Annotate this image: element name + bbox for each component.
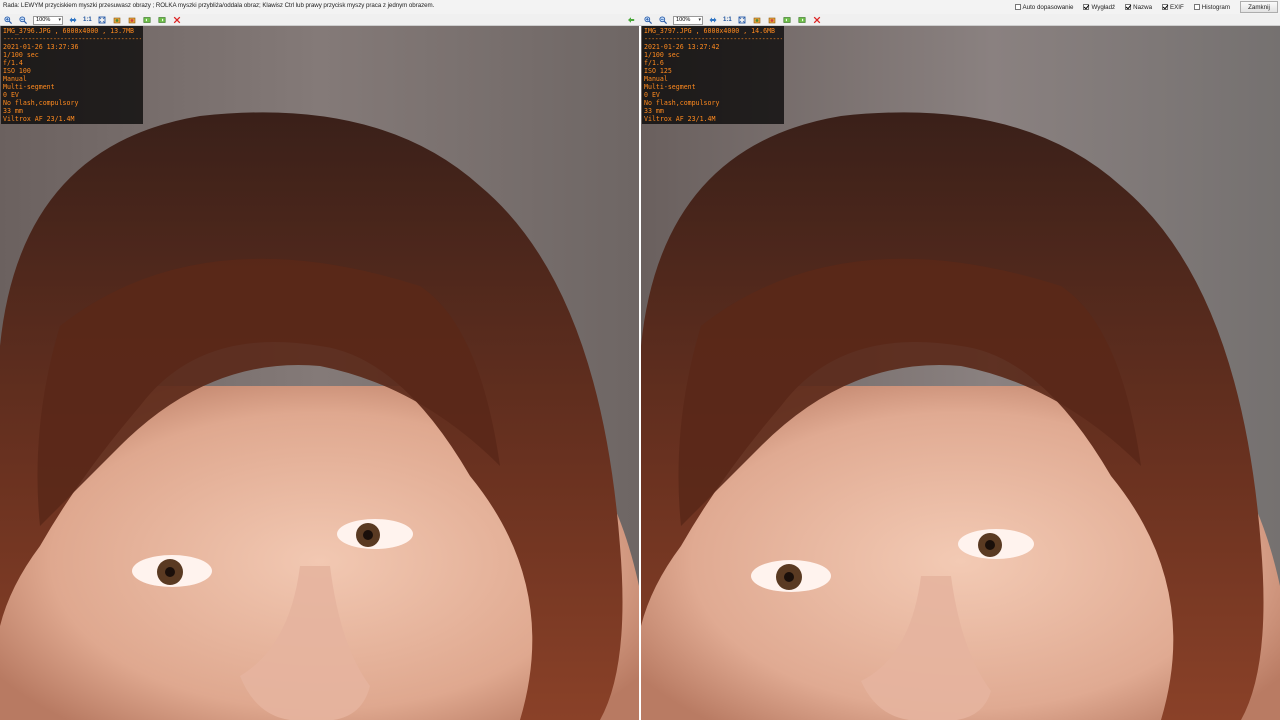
actual-size-button[interactable]: 1:1 — [83, 15, 92, 25]
option-label: Histogram — [1201, 3, 1230, 11]
fullscreen-icon[interactable] — [737, 15, 747, 25]
prev-image-icon[interactable] — [782, 15, 792, 25]
exif-separator: ----------------------------------------… — [3, 35, 141, 43]
option-name[interactable]: Nazwa — [1125, 4, 1152, 11]
close-icon[interactable] — [812, 15, 822, 25]
left-toolbar: 100% ▾ 1:1 — [0, 14, 640, 26]
right-image-pane[interactable]: IMG_3797.JPG , 6000x4000 , 14.6MB ------… — [641, 26, 1280, 720]
fit-icon[interactable] — [708, 15, 718, 25]
rotate-right-icon[interactable] — [767, 15, 777, 25]
portrait-photo-left — [0, 26, 639, 720]
prev-image-icon[interactable] — [142, 15, 152, 25]
zoom-out-icon[interactable] — [658, 15, 668, 25]
exif-separator: ----------------------------------------… — [644, 35, 782, 43]
zoom-out-icon[interactable] — [18, 15, 28, 25]
fullscreen-icon[interactable] — [97, 15, 107, 25]
actual-size-button[interactable]: 1:1 — [723, 15, 732, 25]
zoom-in-icon[interactable] — [643, 15, 653, 25]
exif-flash: No flash,compulsory — [644, 99, 720, 107]
portrait-photo-right — [641, 26, 1280, 720]
checkbox[interactable] — [1125, 4, 1132, 10]
exif-lens: Viltrox AF 23/1.4M — [644, 115, 716, 123]
hint-bar: Rada: LEWYM przyciskiem myszki przesuwas… — [0, 0, 1280, 15]
exif-iso: ISO 125 — [644, 67, 672, 75]
option-smooth[interactable]: Wygładź — [1083, 4, 1115, 11]
option-exif[interactable]: EXIF — [1162, 4, 1184, 11]
sync-left-arrow-icon[interactable] — [627, 15, 637, 25]
exif-flash: No flash,compulsory — [3, 99, 79, 107]
rotate-left-icon[interactable] — [112, 15, 122, 25]
chevron-down-icon: ▾ — [698, 17, 701, 23]
zoom-value: 100% — [36, 17, 51, 23]
file-info: IMG_3796.JPG , 6000x4000 , 13.7MB — [3, 27, 135, 35]
zoom-select[interactable]: 100% ▾ — [33, 15, 63, 25]
checkbox[interactable] — [1193, 4, 1200, 10]
exif-metering: Multi-segment — [644, 83, 696, 91]
checkbox[interactable] — [1162, 4, 1169, 10]
exif-ev: 0 EV — [644, 91, 660, 99]
option-auto-fit[interactable]: Auto dopasowanie — [1014, 3, 1074, 11]
rotate-right-icon[interactable] — [127, 15, 137, 25]
exif-focal: 33 mm — [644, 107, 664, 115]
exif-shutter: 1/100 sec — [644, 51, 680, 59]
fit-icon[interactable] — [68, 15, 78, 25]
left-image-pane[interactable]: IMG_3796.JPG , 6000x4000 , 13.7MB ------… — [0, 26, 639, 720]
exif-mode: Manual — [3, 75, 27, 83]
exif-date: 2021-01-26 13:27:36 — [3, 43, 79, 51]
file-info: IMG_3797.JPG , 6000x4000 , 14.6MB — [644, 27, 776, 35]
checkbox[interactable] — [1014, 4, 1021, 10]
exif-lens: Viltrox AF 23/1.4M — [3, 115, 75, 123]
option-label: Nazwa — [1133, 3, 1153, 11]
rotate-left-icon[interactable] — [752, 15, 762, 25]
option-label: Auto dopasowanie — [1022, 3, 1074, 11]
exif-shutter: 1/100 sec — [3, 51, 39, 59]
right-toolbar: 100% ▾ 1:1 — [640, 14, 1280, 26]
next-image-icon[interactable] — [157, 15, 167, 25]
zoom-in-icon[interactable] — [3, 15, 13, 25]
exif-aperture: f/1.6 — [644, 59, 664, 67]
hint-text: Rada: LEWYM przyciskiem myszki przesuwas… — [3, 2, 435, 9]
option-label: EXIF — [1170, 3, 1184, 11]
exif-overlay: IMG_3796.JPG , 6000x4000 , 13.7MB ------… — [1, 26, 143, 124]
exif-mode: Manual — [644, 75, 668, 83]
close-button[interactable]: Zamknij — [1240, 1, 1278, 13]
exif-date: 2021-01-26 13:27:42 — [644, 43, 720, 51]
zoom-value: 100% — [676, 17, 691, 23]
exif-aperture: f/1.4 — [3, 59, 23, 67]
next-image-icon[interactable] — [797, 15, 807, 25]
chevron-down-icon: ▾ — [58, 17, 61, 23]
exif-focal: 33 mm — [3, 107, 23, 115]
option-label: Wygładź — [1091, 3, 1116, 11]
view-options: Auto dopasowanie Wygładź Nazwa EXIF Hist… — [1014, 0, 1280, 14]
zoom-select[interactable]: 100% ▾ — [673, 15, 703, 25]
exif-iso: ISO 100 — [3, 67, 31, 75]
option-histogram[interactable]: Histogram — [1193, 3, 1230, 11]
checkbox[interactable] — [1083, 4, 1090, 10]
exif-ev: 0 EV — [3, 91, 19, 99]
exif-metering: Multi-segment — [3, 83, 55, 91]
close-icon[interactable] — [172, 15, 182, 25]
exif-overlay: IMG_3797.JPG , 6000x4000 , 14.6MB ------… — [642, 26, 784, 124]
